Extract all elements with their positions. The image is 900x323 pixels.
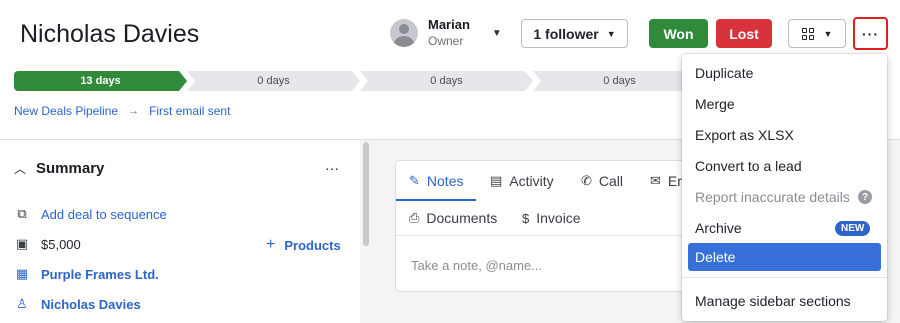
owner-info: Marian Owner bbox=[428, 17, 470, 49]
deal-title[interactable]: Nicholas Davies bbox=[20, 20, 199, 49]
tab-label: Invoice bbox=[536, 210, 581, 226]
chevron-down-icon[interactable]: ▼ bbox=[492, 28, 502, 39]
view-switcher-button[interactable]: ▼ bbox=[788, 19, 846, 48]
note-input[interactable]: Take a note, @name... bbox=[411, 258, 542, 273]
building-icon: ▦ bbox=[15, 266, 29, 281]
tab-invoice[interactable]: $ Invoice bbox=[522, 210, 581, 226]
menu-item-merge[interactable]: Merge bbox=[682, 90, 887, 118]
menu-item-label: Report inaccurate details bbox=[695, 189, 850, 205]
menu-item-report-inaccurate: Report inaccurate details ? bbox=[682, 183, 887, 211]
more-actions-menu: Duplicate Merge Export as XLSX Convert t… bbox=[682, 54, 887, 321]
breadcrumb: New Deals Pipeline → First email sent bbox=[14, 104, 230, 118]
more-actions-button[interactable]: ··· bbox=[853, 17, 888, 50]
tab-call[interactable]: ✆ Call bbox=[581, 173, 623, 189]
sidebar-scrollbar[interactable] bbox=[360, 140, 373, 323]
menu-item-archive[interactable]: Archive NEW bbox=[682, 214, 887, 242]
phone-icon: ✆ bbox=[581, 173, 592, 188]
new-badge: NEW bbox=[835, 221, 871, 236]
breadcrumb-pipeline-link[interactable]: New Deals Pipeline bbox=[14, 104, 118, 118]
active-tab-indicator bbox=[396, 199, 476, 201]
person-row[interactable]: ♙ Nicholas Davies bbox=[14, 296, 141, 312]
notes-panel: ✎ Notes ▤ Activity ✆ Call ✉ Em ⎙ Documen… bbox=[395, 160, 715, 292]
lost-button[interactable]: Lost bbox=[716, 19, 772, 48]
organization-row[interactable]: ▦ Purple Frames Ltd. bbox=[14, 266, 159, 282]
notes-divider bbox=[396, 235, 714, 236]
add-sequence-link[interactable]: Add deal to sequence bbox=[41, 207, 167, 222]
person-avatar-icon bbox=[390, 19, 418, 47]
summary-more-button[interactable]: ··· bbox=[325, 160, 339, 176]
products-label: Products bbox=[284, 237, 341, 253]
plus-icon: + bbox=[266, 236, 276, 253]
tab-activity[interactable]: ▤ Activity bbox=[490, 173, 554, 189]
pipeline-stage[interactable]: 0 days bbox=[360, 71, 533, 91]
help-icon[interactable]: ? bbox=[858, 190, 872, 204]
chevron-down-icon: ▼ bbox=[823, 28, 833, 39]
menu-divider bbox=[682, 277, 887, 278]
add-products-button[interactable]: + Products bbox=[266, 236, 341, 254]
tab-label: Call bbox=[598, 173, 624, 189]
chevron-up-icon[interactable]: ︿ bbox=[14, 160, 26, 177]
owner-role: Owner bbox=[428, 34, 464, 48]
person-link[interactable]: Nicholas Davies bbox=[41, 297, 141, 312]
person-icon: ♙ bbox=[16, 296, 28, 311]
menu-item-convert-to-lead[interactable]: Convert to a lead bbox=[682, 152, 887, 180]
pipeline-stage[interactable]: 0 days bbox=[533, 71, 706, 91]
scrollbar-thumb[interactable] bbox=[363, 142, 369, 246]
tab-notes[interactable]: ✎ Notes bbox=[409, 173, 463, 189]
mail-icon: ✉ bbox=[650, 173, 661, 188]
menu-item-duplicate[interactable]: Duplicate bbox=[682, 59, 887, 87]
won-button[interactable]: Won bbox=[649, 19, 708, 48]
pipeline-stage[interactable]: 0 days bbox=[187, 71, 360, 91]
owner-name: Marian bbox=[428, 17, 470, 32]
invoice-icon: $ bbox=[522, 210, 530, 226]
menu-item-label: Archive bbox=[695, 220, 742, 236]
follower-label: 1 follower bbox=[533, 25, 599, 42]
follower-button[interactable]: 1 follower ▼ bbox=[521, 19, 628, 48]
add-sequence-row[interactable]: ⧉ Add deal to sequence bbox=[14, 206, 167, 222]
arrow-right-icon: → bbox=[128, 105, 140, 117]
breadcrumb-stage-link[interactable]: First email sent bbox=[149, 104, 230, 118]
chevron-down-icon: ▼ bbox=[606, 28, 616, 39]
tab-label: Activity bbox=[509, 173, 554, 189]
money-icon: ▣ bbox=[15, 236, 29, 251]
menu-item-export-xlsx[interactable]: Export as XLSX bbox=[682, 121, 887, 149]
tab-label: Notes bbox=[426, 173, 464, 189]
owner-selector[interactable]: Marian Owner ▼ bbox=[390, 17, 502, 49]
menu-item-manage-sidebar[interactable]: Manage sidebar sections bbox=[682, 287, 887, 315]
tab-documents[interactable]: ⎙ Documents bbox=[409, 210, 497, 226]
deal-value-row[interactable]: ▣ $5,000 bbox=[14, 236, 81, 252]
pipeline-stage[interactable]: 13 days bbox=[14, 71, 187, 91]
document-icon: ⎙ bbox=[409, 210, 420, 225]
summary-title: Summary bbox=[36, 160, 105, 177]
note-icon: ✎ bbox=[409, 173, 420, 188]
tab-label: Documents bbox=[426, 210, 498, 226]
sequence-icon: ⧉ bbox=[17, 206, 27, 221]
calendar-icon: ▤ bbox=[490, 173, 503, 188]
pipeline-stages: 13 days 0 days 0 days 0 days bbox=[14, 71, 706, 91]
summary-header[interactable]: ︿ Summary bbox=[14, 160, 104, 177]
deal-value[interactable]: $5,000 bbox=[41, 237, 81, 252]
sidebar: ︿ Summary ··· ⧉ Add deal to sequence ▣ $… bbox=[0, 140, 373, 323]
organization-link[interactable]: Purple Frames Ltd. bbox=[41, 267, 159, 282]
menu-item-delete[interactable]: Delete bbox=[688, 243, 881, 271]
grid-icon bbox=[801, 27, 814, 40]
